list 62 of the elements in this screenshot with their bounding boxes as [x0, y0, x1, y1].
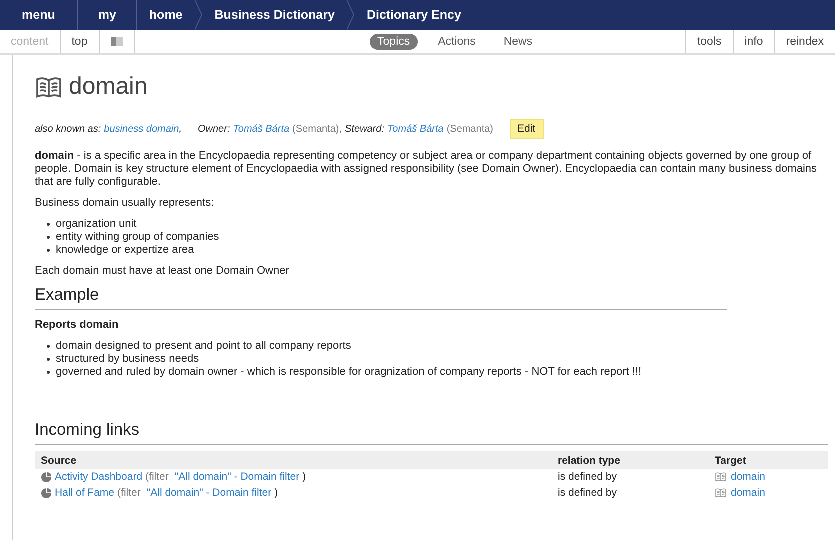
list-item: entity withing group of companies: [56, 231, 220, 244]
paren: ): [302, 471, 306, 483]
tab[interactable]: Topics: [370, 34, 418, 50]
alias-label: also known as:: [35, 124, 102, 134]
list-item: knowledge or expertize area: [56, 244, 194, 257]
paren: ): [274, 487, 278, 499]
tab[interactable]: Actions: [430, 34, 484, 50]
intro-paragraph: domain - is a specific area in the Encyclopaedia representing competency or subject area or company department containing objects governed by one group of people. Domain is key structure element of Encyclopaedia with assigned responsibility (see Domain Owner). Encyclopaedia can contain many business domains that are fully configurable.: [35, 150, 818, 189]
chart-icon: [41, 472, 52, 482]
chart-icon: [41, 488, 52, 498]
bullet-icon: [47, 236, 50, 239]
book-icon: [35, 76, 63, 98]
book-icon: [715, 488, 727, 498]
list-item: organization unit: [56, 218, 137, 231]
toolbar-link[interactable]: info: [732, 30, 774, 53]
breadcrumb-link[interactable]: Business Dictionary: [202, 0, 347, 30]
section-heading: Incoming links: [35, 421, 828, 445]
bullet-icon: [47, 223, 50, 226]
filter-link[interactable]: "All domain" - Domain filter: [146, 487, 272, 499]
note-paragraph: Each domain must have at least one Domain Owner: [35, 265, 290, 278]
steward-org: (Semanta): [446, 124, 494, 134]
owner-org: (Semanta),: [292, 124, 342, 134]
breadcrumb-link[interactable]: Dictionary Ency: [354, 0, 474, 30]
table-cell-text: is defined by: [557, 486, 618, 501]
table-cell: is defined by: [552, 469, 709, 485]
source-link[interactable]: Hall of Fame: [55, 487, 115, 499]
bullet-icon: [47, 249, 50, 252]
tab[interactable]: News: [496, 34, 541, 50]
target-link[interactable]: domain: [731, 487, 766, 499]
list-item: structured by business needs: [56, 353, 200, 366]
panel-icon[interactable]: [110, 37, 123, 46]
book-icon: [715, 472, 727, 482]
bullet-icon: [47, 371, 50, 374]
alias-link[interactable]: business domain: [104, 124, 180, 134]
edit-button[interactable]: Edit: [510, 119, 544, 139]
steward-label: Steward:: [345, 124, 384, 134]
subheading: Reports domain: [35, 319, 120, 331]
owner-label: Owner:: [198, 124, 230, 134]
filter-label: (filter: [118, 487, 141, 499]
chevron-icon: [194, 0, 203, 30]
breadcrumb-link[interactable]: home: [137, 0, 195, 30]
toolbar-link[interactable]: tools: [685, 30, 733, 53]
bullet-icon: [47, 345, 50, 348]
column-header: Source: [35, 451, 552, 469]
filter-label: (filter: [146, 471, 169, 483]
list-intro: Business domain usually represents:: [35, 197, 216, 210]
steward-link[interactable]: Tomáš Bárta: [387, 124, 444, 134]
chevron-icon: [346, 0, 355, 30]
target-link[interactable]: domain: [731, 471, 766, 483]
filter-link[interactable]: "All domain" - Domain filter: [174, 471, 300, 483]
column-header: relation type: [552, 451, 709, 469]
source-link[interactable]: Activity Dashboard: [55, 471, 143, 483]
page-title: domain: [69, 73, 148, 101]
section-heading: Example: [35, 286, 727, 310]
column-header: Target: [709, 451, 828, 469]
bullet-icon: [47, 358, 50, 361]
comma: ,: [179, 124, 182, 134]
list-item: domain designed to present and point to all company reports: [56, 340, 352, 353]
list-item: governed and ruled by domain owner - which is responsible for oragnization of company reports - NOT for each report !!!: [56, 366, 642, 379]
owner-link[interactable]: Tomáš Bárta: [233, 124, 290, 134]
toolbar-link[interactable]: top: [60, 30, 100, 53]
toolbar-link[interactable]: reindex: [774, 30, 835, 53]
